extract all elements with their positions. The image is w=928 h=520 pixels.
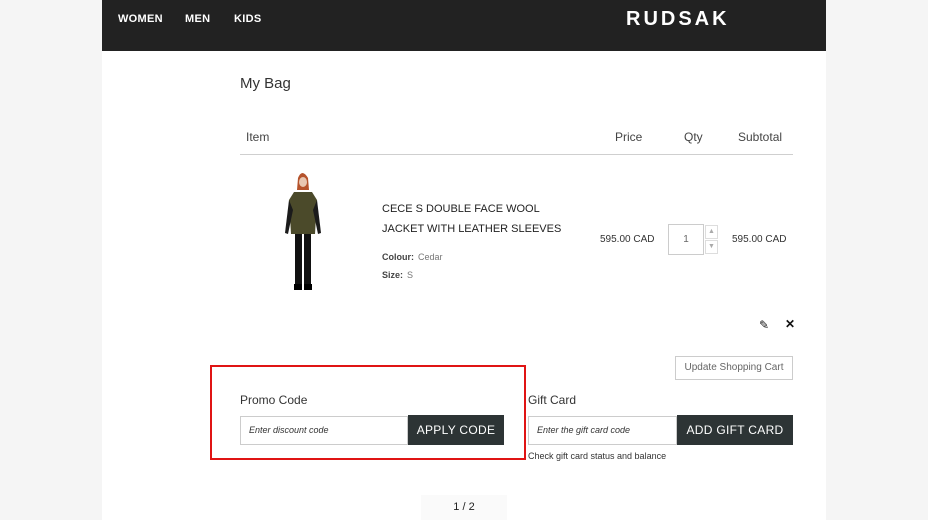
nav-kids[interactable]: KIDS	[234, 13, 261, 25]
product-colour: Colour: Cedar	[382, 252, 443, 262]
quantity-input[interactable]: 1	[668, 224, 704, 255]
size-label: Size:	[382, 270, 404, 280]
brand-logo[interactable]: RUDSAK	[626, 8, 730, 31]
column-header-subtotal: Subtotal	[738, 130, 783, 144]
product-image[interactable]	[278, 170, 328, 298]
top-navigation: WOMEN MEN KIDS RUDSAK	[102, 0, 826, 51]
page-title: My Bag	[240, 75, 291, 92]
column-header-item: Item	[246, 130, 270, 144]
nav-men[interactable]: MEN	[185, 13, 210, 25]
product-name[interactable]: CECE S DOUBLE FACE WOOL JACKET WITH LEAT…	[382, 199, 582, 239]
chevron-down-icon[interactable]: ▼	[705, 240, 718, 254]
nav-women[interactable]: WOMEN	[118, 13, 163, 25]
product-size: Size: S	[382, 270, 413, 280]
chevron-up-icon[interactable]: ▲	[705, 225, 718, 239]
add-gift-card-button[interactable]: ADD GIFT CARD	[677, 415, 793, 445]
item-subtotal: 595.00 CAD	[732, 234, 787, 245]
page-indicator: 1 / 2	[421, 495, 507, 520]
gift-card-input[interactable]: Enter the gift card code	[528, 416, 677, 445]
colour-label: Colour:	[382, 252, 414, 262]
column-header-qty: Qty	[684, 130, 703, 144]
size-value: S	[407, 270, 414, 280]
gift-card-balance-link[interactable]: Check gift card status and balance	[528, 451, 666, 461]
update-cart-button[interactable]: Update Shopping Cart	[675, 356, 793, 380]
item-price: 595.00 CAD	[600, 234, 655, 245]
column-header-price: Price	[615, 130, 643, 144]
promo-highlight-box	[210, 365, 526, 460]
pencil-icon[interactable]: ✎	[759, 318, 769, 332]
header-divider	[240, 154, 793, 155]
colour-value: Cedar	[418, 252, 443, 262]
close-icon[interactable]: ✕	[785, 317, 795, 331]
gift-card-label: Gift Card	[528, 393, 577, 407]
